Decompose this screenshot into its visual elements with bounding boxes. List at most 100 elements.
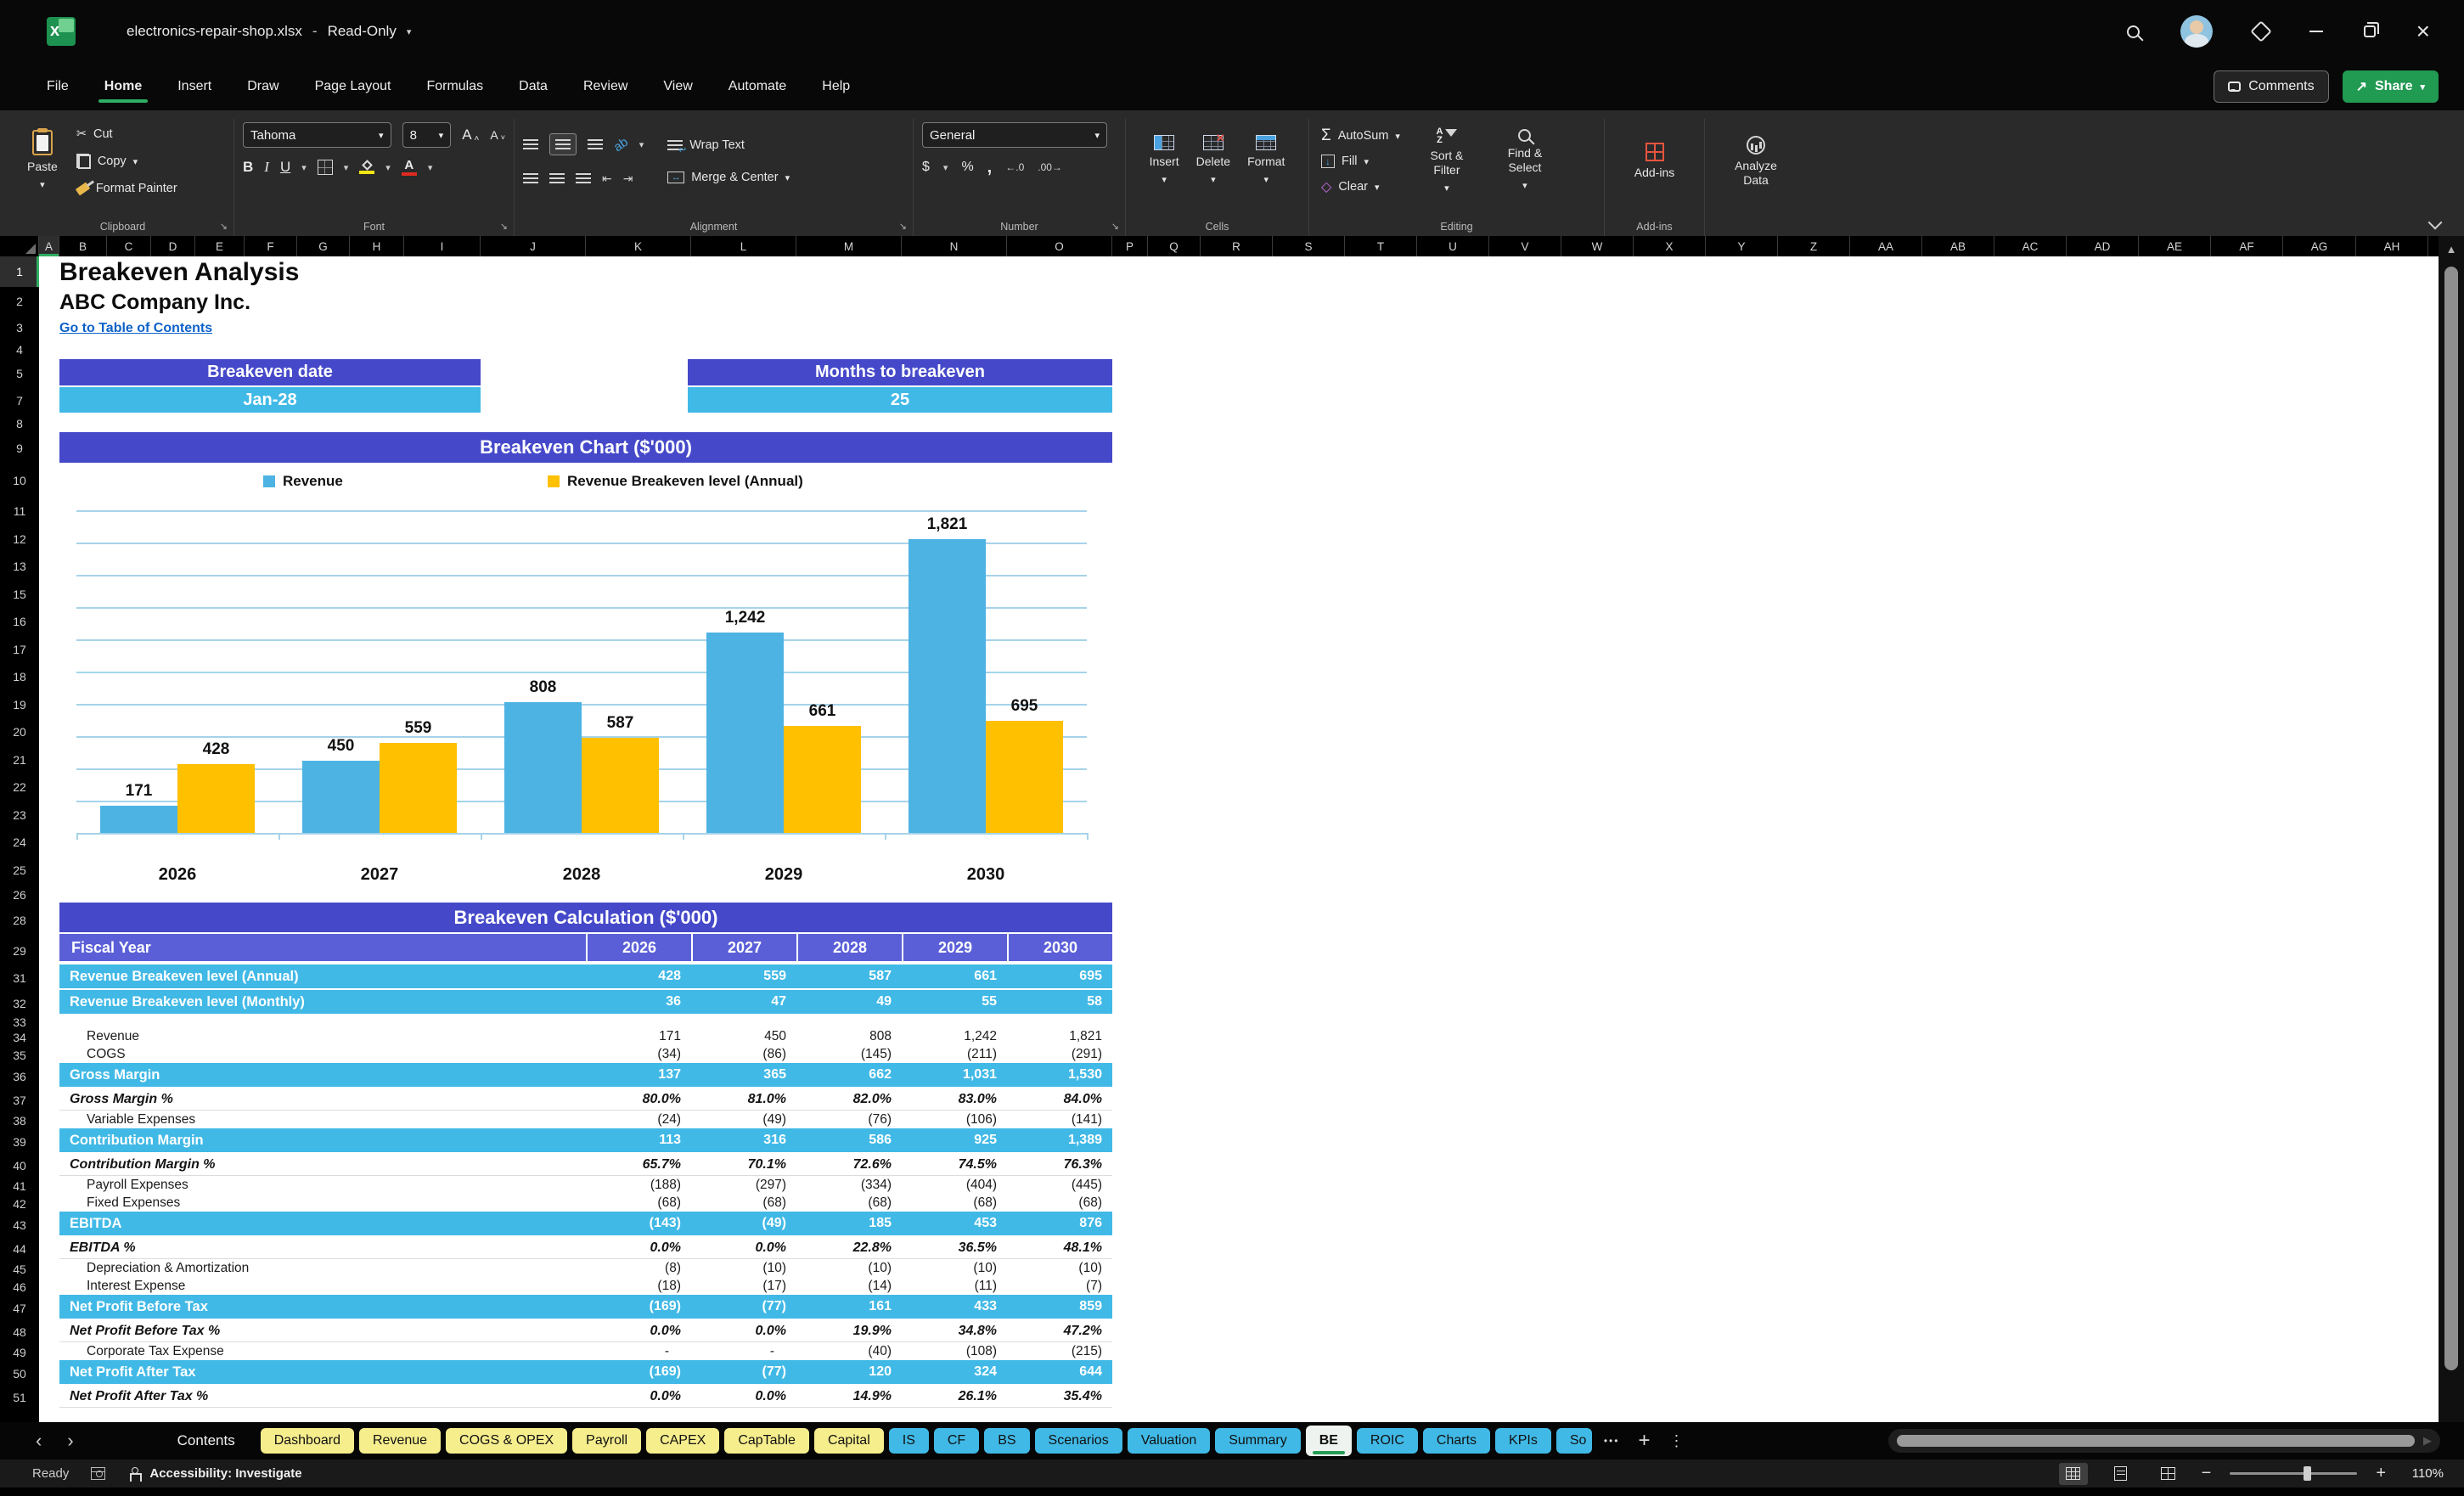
zoom-slider-thumb[interactable] xyxy=(2304,1466,2312,1481)
row-header-22[interactable]: 22 xyxy=(0,773,39,801)
column-header-AH[interactable]: AH xyxy=(2356,236,2428,256)
fiscal-year-2028[interactable]: 2028 xyxy=(796,934,902,961)
sheet-tab-contents[interactable]: Contents xyxy=(177,1432,235,1449)
cell-value[interactable]: 22.8% xyxy=(796,1237,902,1258)
accessibility-status[interactable]: Accessibility: Investigate xyxy=(149,1466,301,1481)
cell-value[interactable]: (49) xyxy=(691,1111,796,1128)
breakeven-chart[interactable]: Breakeven Chart ($'000) 171 428 2026 450 559… xyxy=(59,432,1112,902)
horizontal-scrollbar[interactable]: ▶ xyxy=(1888,1429,2440,1453)
fill-color-icon[interactable] xyxy=(359,159,375,174)
cell-value[interactable]: 559 xyxy=(691,965,796,988)
cell-value[interactable]: 0.0% xyxy=(586,1386,691,1407)
cell-value[interactable]: (17) xyxy=(691,1277,796,1295)
dialog-launcher-icon[interactable]: ↘ xyxy=(1111,221,1119,232)
italic-button[interactable]: I xyxy=(264,159,269,176)
cell-value[interactable]: 587 xyxy=(796,965,902,988)
row-header-24[interactable]: 24 xyxy=(0,829,39,857)
cell-value[interactable]: (34) xyxy=(586,1045,691,1063)
row-header-33[interactable]: 33 xyxy=(0,1015,39,1029)
column-header-E[interactable]: E xyxy=(195,236,245,256)
cell-value[interactable]: 76.3% xyxy=(1007,1154,1112,1175)
row-header-5[interactable]: 5 xyxy=(0,359,39,387)
chevron-down-icon[interactable]: ▾ xyxy=(639,139,644,150)
font-family-select[interactable]: Tahoma ▾ xyxy=(243,122,391,148)
chevron-down-icon[interactable]: ▾ xyxy=(407,26,412,37)
insert-cells-button[interactable]: Insert ▾ xyxy=(1143,119,1186,204)
column-header-I[interactable]: I xyxy=(404,236,481,256)
cell-value[interactable]: (86) xyxy=(691,1045,796,1063)
row-header-43[interactable]: 43 xyxy=(0,1212,39,1238)
cell-value[interactable]: (49) xyxy=(691,1212,796,1235)
sheet-tab-cf[interactable]: CF xyxy=(933,1428,980,1454)
cell-value[interactable]: 35.4% xyxy=(1007,1386,1112,1407)
sheet-tab-roic[interactable]: ROIC xyxy=(1356,1428,1418,1454)
menu-insert[interactable]: Insert xyxy=(160,70,229,103)
cell-value[interactable]: (68) xyxy=(691,1194,796,1212)
cell-value[interactable]: (77) xyxy=(691,1360,796,1384)
analyze-data-button[interactable]: Analyze Data xyxy=(1728,119,1784,204)
sheet-tab-bs[interactable]: BS xyxy=(984,1428,1030,1454)
cell-value[interactable]: (40) xyxy=(796,1342,902,1360)
align-right-icon[interactable] xyxy=(576,173,591,183)
cell-value[interactable]: 0.0% xyxy=(691,1237,796,1258)
cell-value[interactable]: (291) xyxy=(1007,1045,1112,1063)
cell-value[interactable]: 1,530 xyxy=(1007,1063,1112,1087)
zoom-level[interactable]: 110% xyxy=(2405,1466,2444,1481)
row-header-20[interactable]: 20 xyxy=(0,718,39,746)
cell-value[interactable]: 1,031 xyxy=(902,1063,1007,1087)
percent-format-button[interactable]: % xyxy=(961,160,973,175)
cell-value[interactable]: (215) xyxy=(1007,1342,1112,1360)
cell-value[interactable]: 36.5% xyxy=(902,1237,1007,1258)
cell-value[interactable]: (14) xyxy=(796,1277,902,1295)
row-header-49[interactable]: 49 xyxy=(0,1343,39,1361)
row-header-47[interactable]: 47 xyxy=(0,1296,39,1321)
borders-icon[interactable] xyxy=(317,160,333,175)
sheet-tab-kpis[interactable]: KPIs xyxy=(1495,1428,1551,1454)
cell-value[interactable]: (108) xyxy=(902,1342,1007,1360)
column-header-AA[interactable]: AA xyxy=(1850,236,1922,256)
cell-value[interactable]: 161 xyxy=(796,1295,902,1319)
restore-button[interactable] xyxy=(2363,22,2379,37)
cell-value[interactable]: (24) xyxy=(586,1111,691,1128)
fiscal-year-2027[interactable]: 2027 xyxy=(691,934,796,961)
cell-value[interactable]: 0.0% xyxy=(691,1386,796,1407)
menu-home[interactable]: Home xyxy=(87,70,160,103)
column-header-S[interactable]: S xyxy=(1273,236,1345,256)
cell-value[interactable]: (8) xyxy=(586,1259,691,1277)
menu-review[interactable]: Review xyxy=(565,70,645,103)
row-header-41[interactable]: 41 xyxy=(0,1177,39,1195)
cell-value[interactable]: 58 xyxy=(1007,990,1112,1014)
column-header-V[interactable]: V xyxy=(1489,236,1561,256)
sheet-tab-capital[interactable]: Capital xyxy=(813,1428,884,1454)
cell-value[interactable]: 120 xyxy=(796,1360,902,1384)
cell-value[interactable]: (169) xyxy=(586,1295,691,1319)
account-avatar[interactable] xyxy=(2180,15,2213,48)
months-to-breakeven-value[interactable]: 25 xyxy=(688,387,1112,413)
share-button[interactable]: ↗ Share ▾ xyxy=(2342,70,2439,103)
premium-diamond-icon[interactable] xyxy=(2249,20,2272,42)
cell-value[interactable]: 925 xyxy=(902,1128,1007,1152)
chevron-down-icon[interactable]: ▾ xyxy=(385,162,391,173)
sheet-canvas[interactable]: Breakeven Analysis ABC Company Inc. Go t… xyxy=(39,256,2439,1422)
cell-value[interactable]: (68) xyxy=(1007,1194,1112,1212)
dialog-launcher-icon[interactable]: ↘ xyxy=(500,221,508,232)
column-header-AD[interactable]: AD xyxy=(2067,236,2139,256)
cell-value[interactable] xyxy=(902,1015,1007,1027)
sheet-tab-valuation[interactable]: Valuation xyxy=(1127,1428,1211,1454)
dialog-launcher-icon[interactable]: ↘ xyxy=(899,221,907,232)
merge-center-button[interactable]: ↔ Merge & Center ▾ xyxy=(664,166,793,188)
cell-value[interactable]: 644 xyxy=(1007,1360,1112,1384)
sheet-tab-summary[interactable]: Summary xyxy=(1215,1428,1301,1454)
cell-value[interactable]: 14.9% xyxy=(796,1386,902,1407)
new-sheet-button[interactable]: + xyxy=(1631,1429,1657,1453)
cell-value[interactable]: (76) xyxy=(796,1111,902,1128)
chevron-down-icon[interactable]: ▾ xyxy=(344,162,349,173)
cell-value[interactable]: 74.5% xyxy=(902,1154,1007,1175)
column-header-G[interactable]: G xyxy=(297,236,350,256)
more-sheets-button[interactable]: ••• xyxy=(1597,1435,1627,1447)
search-icon[interactable] xyxy=(2126,25,2140,38)
font-size-select[interactable]: 8 ▾ xyxy=(402,122,452,148)
cell-value[interactable]: 859 xyxy=(1007,1295,1112,1319)
fiscal-year-2029[interactable]: 2029 xyxy=(902,934,1007,961)
column-header-AB[interactable]: AB xyxy=(1922,236,1994,256)
